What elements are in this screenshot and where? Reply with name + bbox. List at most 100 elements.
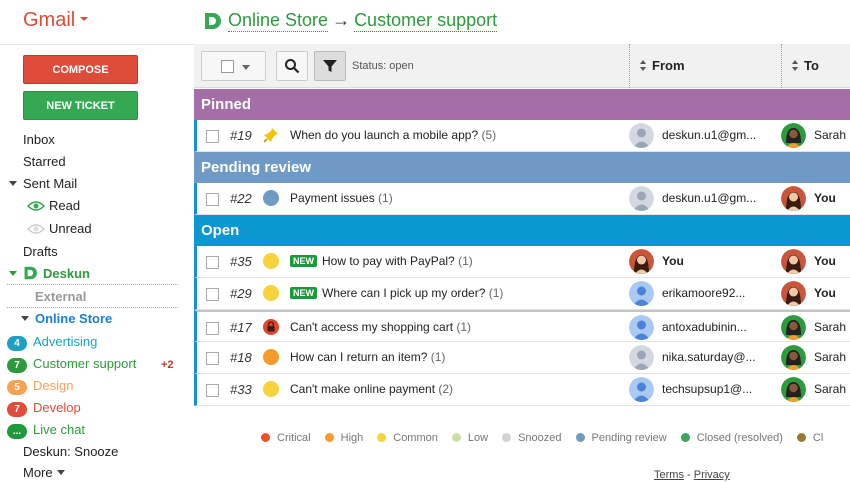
new-badge: NEW	[290, 287, 317, 299]
ticket-row[interactable]: #33 Can't make online payment (2) techsups…	[194, 374, 850, 406]
row-checkbox[interactable]	[206, 193, 219, 206]
sidebar-item-starred[interactable]: Starred	[23, 153, 66, 171]
section-header-pinned[interactable]: Pinned	[194, 89, 850, 120]
sidebar-item-unread[interactable]: Unread	[27, 220, 92, 238]
sidebar-item-deskun[interactable]: Deskun	[9, 265, 90, 283]
sidebar-item-design[interactable]: 5 Design	[7, 377, 73, 395]
ticket-number: #22	[230, 191, 252, 206]
sort-icon	[640, 59, 647, 71]
legend-label: Snoozed	[518, 432, 562, 444]
select-all-checkbox[interactable]	[221, 60, 234, 73]
ticket-number: #17	[230, 320, 252, 335]
ticket-row[interactable]: #19 When do you launch a mobile app? (5) d…	[194, 120, 850, 152]
legend-dot-icon	[324, 433, 334, 442]
sidebar-item-online-store[interactable]: Online Store	[21, 310, 112, 328]
to-name: Sarah G	[814, 128, 850, 142]
to-name: Sarah G	[814, 350, 850, 364]
sidebar-item-advertising[interactable]: 4 Advertising	[7, 333, 97, 351]
legend-dot-icon	[575, 433, 585, 442]
breadcrumb-online-store[interactable]: Online Store	[228, 9, 329, 32]
gmail-label: Gmail	[23, 9, 76, 31]
avatar	[781, 315, 806, 340]
deskun-logo-icon	[205, 12, 221, 29]
legend-item: Common	[377, 432, 438, 444]
ticket-row[interactable]: #22 Payment issues (1) deskun.u1@gm... You	[194, 183, 850, 215]
sidebar-item-external[interactable]: External	[35, 288, 86, 306]
sidebar-item-label: Online Store	[35, 311, 113, 326]
row-checkbox[interactable]	[206, 352, 219, 365]
sort-icon	[792, 59, 799, 71]
from-name: erikamoore92...	[662, 286, 746, 300]
column-label: To	[804, 58, 819, 73]
subject-text: Where can I pick up my order?	[322, 286, 486, 300]
column-header-to[interactable]: To	[781, 44, 850, 88]
ticket-row[interactable]: #35 NEW How to pay with PayPal? (1) You You	[194, 246, 850, 278]
subject-text: How to pay with PayPal?	[322, 254, 455, 268]
to-name: You	[814, 286, 836, 300]
section-header-pending[interactable]: Pending review	[194, 152, 850, 183]
terms-link[interactable]: Terms	[654, 469, 684, 481]
message-count: (1)	[430, 350, 446, 364]
legend-label: Common	[393, 432, 438, 444]
ticket-row[interactable]: #18 How can I return an item? (1) nika.sat…	[194, 342, 850, 374]
sidebar-item-label: Live chat	[33, 422, 86, 437]
to-cell: Sarah G	[781, 315, 850, 341]
sidebar-item-label: Unread	[49, 221, 92, 236]
new-ticket-button[interactable]: NEW TICKET	[23, 91, 138, 120]
sidebar-item-label: More	[23, 465, 53, 480]
legend-label: Closed (resolved)	[696, 432, 783, 444]
sidebar-item-snooze[interactable]: Deskun: Snooze	[23, 443, 118, 461]
filter-button[interactable]	[314, 51, 346, 81]
row-checkbox[interactable]	[206, 384, 219, 397]
chevron-down-icon	[80, 17, 89, 22]
compose-button[interactable]: COMPOSE	[23, 55, 138, 84]
to-cell: Sarah G	[781, 377, 850, 403]
row-checkbox[interactable]	[206, 322, 219, 335]
row-checkbox[interactable]	[206, 256, 219, 269]
new-badge: NEW	[290, 255, 317, 267]
to-name: You	[814, 254, 836, 268]
sidebar-item-drafts[interactable]: Drafts	[23, 243, 58, 261]
select-all-button[interactable]	[201, 51, 266, 81]
breadcrumb-customer-support[interactable]: Customer support	[354, 9, 498, 32]
avatar	[781, 123, 806, 148]
ticket-number: #35	[230, 254, 252, 269]
sidebar-item-sent-mail[interactable]: Sent Mail	[9, 175, 77, 193]
footer: Terms - Privacy	[654, 469, 730, 481]
section-header-open[interactable]: Open	[194, 215, 850, 246]
row-checkbox[interactable]	[206, 130, 219, 143]
sidebar-item-label: Develop	[33, 400, 81, 415]
ticket-subject: NEW Where can I pick up my order? (1)	[290, 286, 503, 300]
filter-icon	[323, 60, 337, 72]
message-count: (2)	[438, 382, 454, 396]
column-header-from[interactable]: From	[629, 44, 781, 88]
footer-separator: -	[683, 469, 694, 481]
gmail-menu[interactable]: Gmail	[23, 9, 89, 32]
message-count: (1)	[458, 254, 473, 268]
from-name: nika.saturday@...	[662, 350, 756, 364]
ticket-row[interactable]: #29 NEW Where can I pick up my order? (1) e…	[194, 278, 850, 310]
sidebar-item-label: Read	[49, 198, 81, 213]
ticket-row[interactable]: #17 Can't access my shopping cart (1) anto…	[194, 310, 850, 342]
from-cell: deskun.u1@gm...	[629, 123, 779, 149]
search-button[interactable]	[276, 51, 308, 81]
sidebar-item-live-chat[interactable]: ... Live chat	[7, 421, 85, 439]
sidebar-item-develop[interactable]: 7 Develop	[7, 399, 81, 417]
main-panel: Status: open From To Pinned #19 When do yo…	[194, 44, 850, 482]
divider	[7, 284, 178, 285]
to-name: You	[814, 191, 836, 205]
subject-text: Can't access my shopping cart	[290, 320, 454, 334]
privacy-link[interactable]: Privacy	[694, 469, 730, 481]
legend-item: High	[324, 432, 363, 444]
row-checkbox[interactable]	[206, 288, 219, 301]
sidebar-item-inbox[interactable]: Inbox	[23, 131, 55, 149]
sidebar-item-customer-support[interactable]: 7 Customer support	[7, 355, 136, 373]
sidebar-item-more[interactable]: More	[23, 464, 71, 482]
breadcrumb-arrow: →	[332, 10, 351, 30]
avatar	[781, 345, 806, 370]
ticket-subject: How can I return an item? (1)	[290, 350, 445, 364]
subject-text: Can't make online payment	[290, 382, 436, 396]
sidebar-item-read[interactable]: Read	[27, 197, 80, 215]
count-badge: 7	[7, 358, 27, 373]
legend-dot-icon	[261, 433, 270, 442]
